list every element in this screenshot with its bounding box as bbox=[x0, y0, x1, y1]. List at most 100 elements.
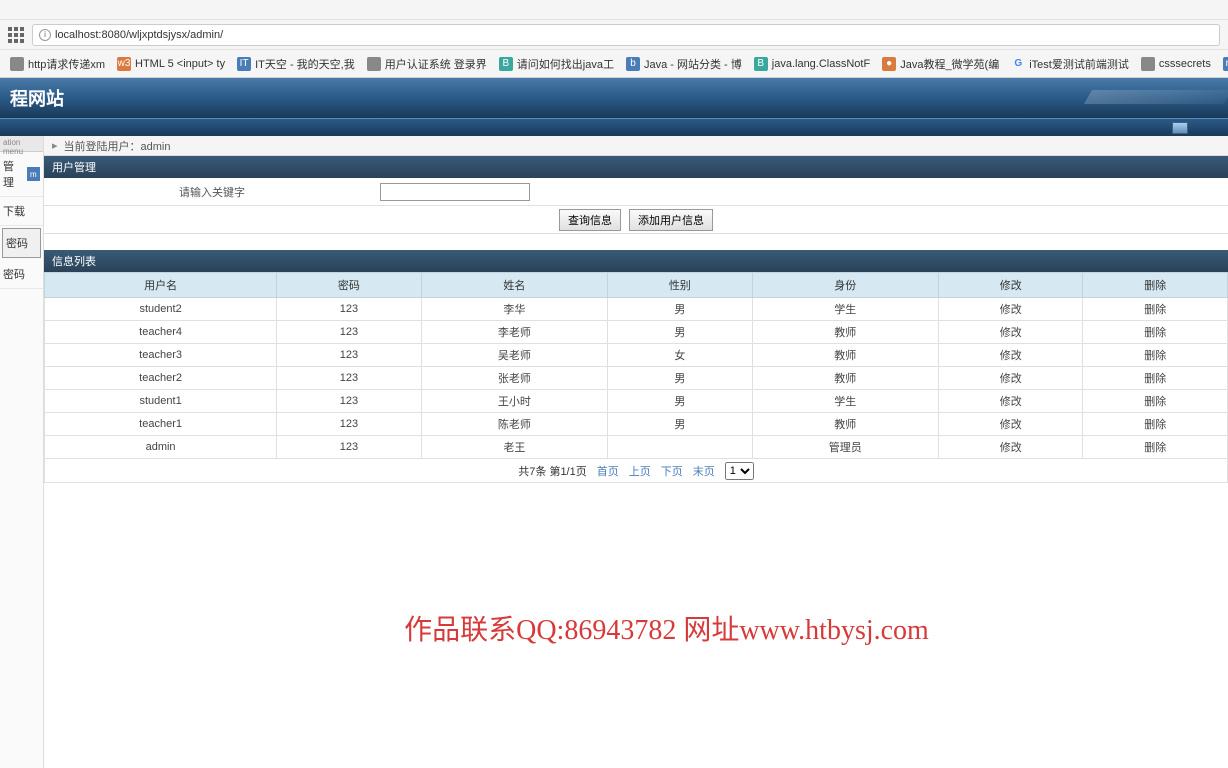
sidebar: ation menu 管理m 下载 密码 密码 bbox=[0, 136, 44, 768]
window-icon[interactable] bbox=[1172, 122, 1188, 134]
bookmark-item[interactable]: GiTest爱测试前端测试 bbox=[1005, 56, 1135, 72]
edit-link[interactable]: 修改 bbox=[938, 321, 1082, 344]
bookmark-icon: w3 bbox=[117, 57, 131, 71]
user-table: 用户名密码姓名性别身份修改删除 student2123李华男学生修改删除teac… bbox=[44, 272, 1228, 459]
cell: 李华 bbox=[421, 298, 607, 321]
sidebar-item-3[interactable]: 密码 bbox=[2, 228, 41, 258]
cell: 老王 bbox=[421, 436, 607, 459]
cell: 男 bbox=[608, 298, 752, 321]
bookmark-item[interactable]: IT IT天空 - 我的天空,我 bbox=[231, 56, 361, 72]
delete-link[interactable]: 删除 bbox=[1083, 367, 1228, 390]
browser-tabs bbox=[0, 0, 1228, 20]
delete-link[interactable]: 删除 bbox=[1083, 390, 1228, 413]
col-header: 用户名 bbox=[45, 273, 277, 298]
cell: 教师 bbox=[752, 344, 938, 367]
search-label: 请输入关键字 bbox=[44, 184, 380, 200]
bookmark-label: 用户认证系统 登录界 bbox=[385, 56, 487, 72]
bookmark-item[interactable]: w3 HTML 5 <input> ty bbox=[111, 57, 231, 71]
bookmark-item[interactable]: ●Java教程_微学苑(编 bbox=[876, 56, 1005, 72]
manage-icon: m bbox=[27, 167, 40, 181]
delete-link[interactable]: 删除 bbox=[1083, 436, 1228, 459]
bookmark-label: 请问如何找出java工 bbox=[517, 56, 614, 72]
bookmark-item[interactable]: csssecrets bbox=[1135, 57, 1217, 71]
app-header: 程网站 bbox=[0, 78, 1228, 118]
main-content: ▸ 当前登陆用户：admin 用户管理 请输入关键字 查询信息 添加用户信息 信… bbox=[44, 136, 1228, 768]
edit-link[interactable]: 修改 bbox=[938, 344, 1082, 367]
bookmark-item[interactable]: bJava - 网站分类 - 博 bbox=[620, 56, 748, 72]
keyword-input[interactable] bbox=[380, 183, 530, 201]
col-header: 性别 bbox=[608, 273, 752, 298]
edit-link[interactable]: 修改 bbox=[938, 390, 1082, 413]
cell: 123 bbox=[277, 436, 421, 459]
bookmark-label: java.lang.ClassNotF bbox=[772, 58, 870, 70]
delete-link[interactable]: 删除 bbox=[1083, 321, 1228, 344]
bookmark-label: http请求传递xm bbox=[28, 56, 105, 72]
bookmark-label: iTest爱测试前端测试 bbox=[1029, 56, 1129, 72]
cell: 教师 bbox=[752, 321, 938, 344]
bookmark-icon: IT bbox=[237, 57, 251, 71]
query-button[interactable]: 查询信息 bbox=[559, 209, 621, 231]
table-row: student2123李华男学生修改删除 bbox=[45, 298, 1228, 321]
bookmark-item[interactable]: B 请问如何找出java工 bbox=[493, 56, 620, 72]
bookmark-icon: m bbox=[1223, 57, 1228, 71]
pager-prev[interactable]: 上页 bbox=[629, 463, 651, 479]
add-user-button[interactable]: 添加用户信息 bbox=[629, 209, 713, 231]
cell bbox=[608, 436, 752, 459]
cell: admin bbox=[45, 436, 277, 459]
cell: 吴老师 bbox=[421, 344, 607, 367]
bookmark-label: csssecrets bbox=[1159, 58, 1211, 70]
delete-link[interactable]: 删除 bbox=[1083, 413, 1228, 436]
bookmark-icon bbox=[1141, 57, 1155, 71]
bookmark-item[interactable]: 用户认证系统 登录界 bbox=[361, 56, 493, 72]
col-header: 删除 bbox=[1083, 273, 1228, 298]
breadcrumb: ▸ 当前登陆用户：admin bbox=[44, 136, 1228, 156]
button-row: 查询信息 添加用户信息 bbox=[44, 206, 1228, 234]
pager-select[interactable]: 1 bbox=[725, 462, 754, 480]
delete-link[interactable]: 删除 bbox=[1083, 298, 1228, 321]
cell: 123 bbox=[277, 367, 421, 390]
sidebar-item-2[interactable]: 下载 bbox=[0, 197, 43, 226]
sidebar-item-1[interactable]: 管理m bbox=[0, 152, 43, 197]
table-row: teacher3123吴老师女教师修改删除 bbox=[45, 344, 1228, 367]
bookmark-icon: B bbox=[754, 57, 768, 71]
pagination: 共7条 第1/1页 首页 上页 下页 末页 1 bbox=[44, 459, 1228, 483]
pager-first[interactable]: 首页 bbox=[597, 463, 619, 479]
bookmark-label: Java教程_微学苑(编 bbox=[900, 56, 999, 72]
sidebar-item-4[interactable]: 密码 bbox=[0, 260, 43, 289]
table-row: teacher2123张老师男教师修改删除 bbox=[45, 367, 1228, 390]
bookmark-label: HTML 5 <input> ty bbox=[135, 58, 225, 70]
cell: 123 bbox=[277, 298, 421, 321]
pager-last[interactable]: 末页 bbox=[693, 463, 715, 479]
bookmark-label: IT天空 - 我的天空,我 bbox=[255, 56, 355, 72]
cell: 学生 bbox=[752, 390, 938, 413]
cell: 王小时 bbox=[421, 390, 607, 413]
chevron-right-icon: ▸ bbox=[52, 139, 58, 152]
sidebar-header: ation menu bbox=[0, 136, 43, 152]
table-row: teacher1123陈老师男教师修改删除 bbox=[45, 413, 1228, 436]
col-header: 姓名 bbox=[421, 273, 607, 298]
bookmark-item[interactable]: m阿米巴管理系统 bbox=[1217, 56, 1228, 72]
bookmark-item[interactable]: http请求传递xm bbox=[4, 56, 111, 72]
nav-bar bbox=[0, 118, 1228, 136]
cell: 男 bbox=[608, 413, 752, 436]
table-row: admin123老王管理员修改删除 bbox=[45, 436, 1228, 459]
cell: 123 bbox=[277, 413, 421, 436]
table-row: student1123王小时男学生修改删除 bbox=[45, 390, 1228, 413]
edit-link[interactable]: 修改 bbox=[938, 367, 1082, 390]
header-decoration bbox=[1084, 90, 1228, 104]
bookmark-item[interactable]: Bjava.lang.ClassNotF bbox=[748, 57, 876, 71]
cell: student2 bbox=[45, 298, 277, 321]
cell: teacher2 bbox=[45, 367, 277, 390]
edit-link[interactable]: 修改 bbox=[938, 413, 1082, 436]
pager-next[interactable]: 下页 bbox=[661, 463, 683, 479]
delete-link[interactable]: 删除 bbox=[1083, 344, 1228, 367]
edit-link[interactable]: 修改 bbox=[938, 298, 1082, 321]
edit-link[interactable]: 修改 bbox=[938, 436, 1082, 459]
panel-user-mgmt: 用户管理 bbox=[44, 156, 1228, 178]
table-row: teacher4123李老师男教师修改删除 bbox=[45, 321, 1228, 344]
url-input[interactable]: i localhost:8080/wljxptdsjysx/admin/ bbox=[32, 24, 1220, 46]
cell: 学生 bbox=[752, 298, 938, 321]
bookmark-icon: B bbox=[499, 57, 513, 71]
address-bar: i localhost:8080/wljxptdsjysx/admin/ bbox=[0, 20, 1228, 50]
apps-icon[interactable] bbox=[8, 27, 24, 43]
